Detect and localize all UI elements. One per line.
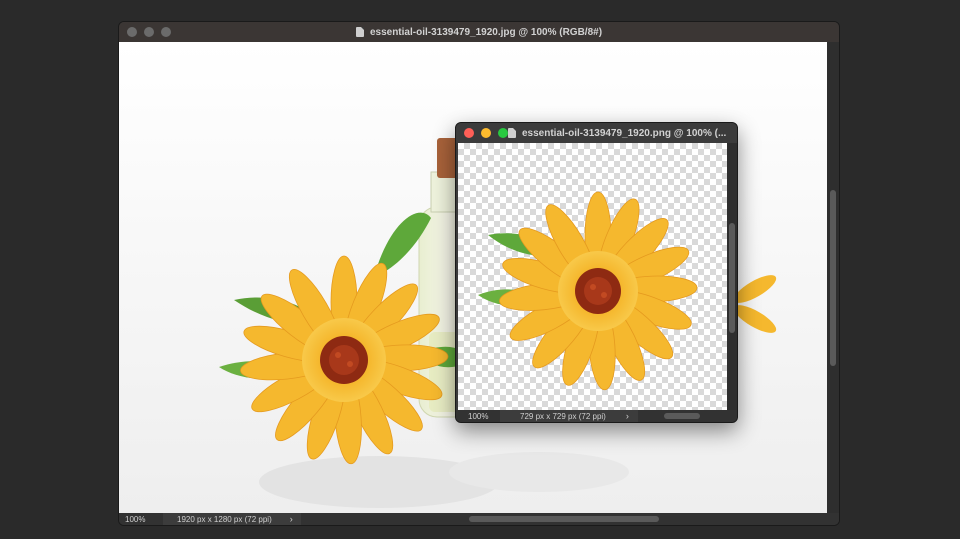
cutout-flower-image [478, 191, 698, 391]
png-transparent-canvas[interactable] [458, 143, 727, 412]
main-document-dimensions[interactable]: 1920 px x 1280 px (72 ppi) › [163, 513, 301, 525]
png-status-bar: 100% 729 px x 729 px (72 ppi) › [456, 410, 737, 422]
main-vertical-scroll-thumb[interactable] [830, 190, 836, 366]
chevron-right-icon[interactable]: › [290, 514, 293, 524]
png-window-title: essential-oil-3139479_1920.png @ 100% (.… [522, 127, 727, 139]
chevron-right-icon[interactable]: › [626, 411, 629, 421]
main-horizontal-scroll-thumb[interactable] [469, 516, 659, 522]
main-status-bar: 100% 1920 px x 1280 px (72 ppi) › [119, 513, 839, 525]
main-vertical-scrollbar[interactable] [827, 42, 839, 515]
document-icon [355, 27, 364, 37]
main-dimensions-text: 1920 px x 1280 px (72 ppi) [177, 514, 272, 524]
png-horizontal-scroll-thumb[interactable] [664, 413, 700, 419]
png-vertical-scrollbar[interactable] [727, 143, 737, 412]
close-button[interactable] [127, 27, 137, 37]
maximize-button[interactable] [498, 128, 508, 138]
png-title-bar[interactable]: essential-oil-3139479_1920.png @ 100% (.… [456, 123, 737, 143]
png-zoom-level[interactable]: 100% [456, 410, 500, 422]
cutout-flower [499, 191, 698, 391]
png-dimensions-text: 729 px x 729 px (72 ppi) [520, 411, 606, 421]
main-window-controls [127, 22, 171, 42]
close-button[interactable] [464, 128, 474, 138]
png-document-dimensions[interactable]: 729 px x 729 px (72 ppi) › [500, 410, 638, 422]
maximize-button[interactable] [161, 27, 171, 37]
main-zoom-level[interactable]: 100% [119, 513, 163, 525]
document-icon [508, 128, 516, 138]
png-window-controls [464, 123, 508, 143]
minimize-button[interactable] [144, 27, 154, 37]
main-title-bar[interactable]: essential-oil-3139479_1920.jpg @ 100% (R… [119, 22, 839, 42]
minimize-button[interactable] [481, 128, 491, 138]
png-document-window: essential-oil-3139479_1920.png @ 100% (.… [455, 122, 738, 423]
main-window-title: essential-oil-3139479_1920.jpg @ 100% (R… [369, 26, 603, 38]
png-vertical-scroll-thumb[interactable] [729, 223, 735, 333]
